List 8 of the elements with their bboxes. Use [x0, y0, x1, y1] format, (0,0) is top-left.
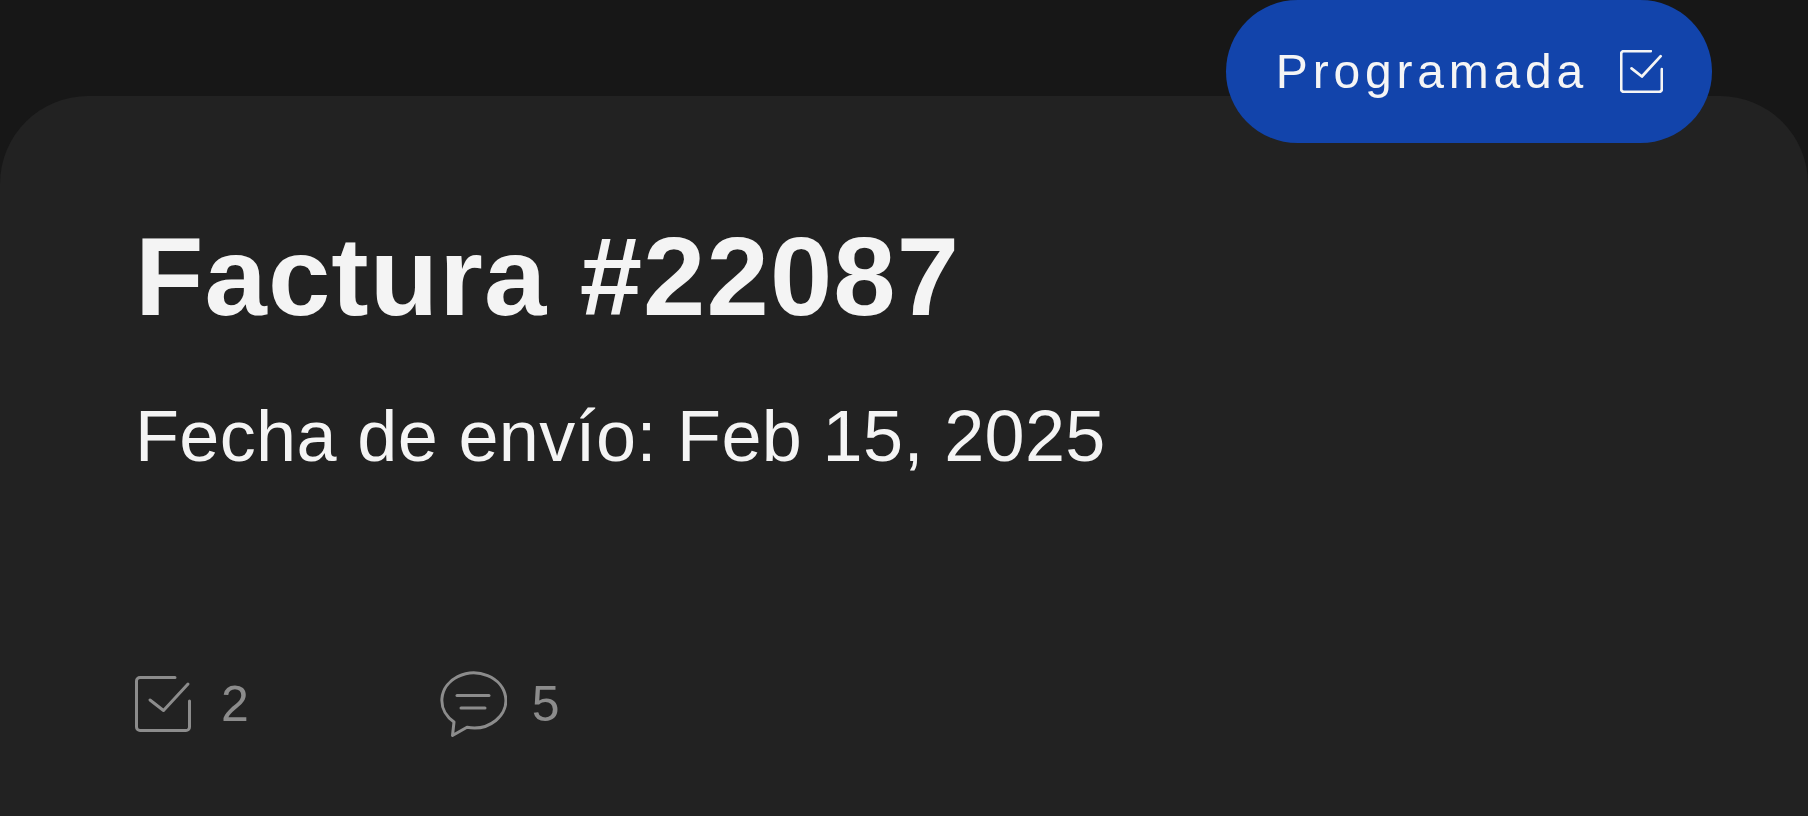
invoice-title: Factura #22087	[135, 221, 961, 333]
comment-count: 5	[531, 679, 560, 729]
checkbox-icon	[1620, 50, 1663, 93]
shipping-date: Fecha de envío: Feb 15, 2025	[135, 400, 1106, 472]
checkbox-icon	[135, 676, 191, 732]
status-label: Programada	[1275, 47, 1588, 96]
task-count: 2	[221, 679, 249, 729]
comment-icon	[438, 670, 507, 738]
